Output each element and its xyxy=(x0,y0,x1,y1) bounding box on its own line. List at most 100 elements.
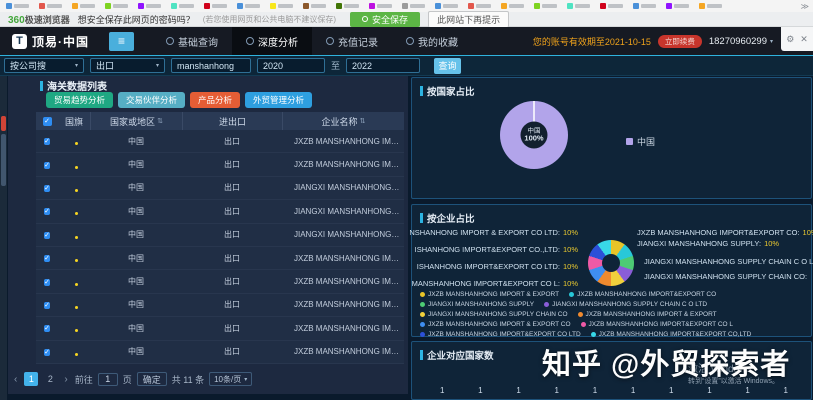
table-row[interactable]: ✓ 中国 出口 JXZB MANSHANHONG IMPORT... xyxy=(36,294,404,317)
page-1-button[interactable]: 1 xyxy=(24,372,38,386)
bookmark-item[interactable] xyxy=(171,3,194,9)
legend-item[interactable]: JIANGXI MANSHANHONG SUPPLY xyxy=(420,301,534,308)
bookmark-item[interactable] xyxy=(699,3,722,9)
company-cell[interactable]: JXZB MANSHANHONG IMPORT ... xyxy=(282,254,404,263)
menu-item-basic-query[interactable]: 基础查询 xyxy=(152,27,232,55)
year-to-input[interactable] xyxy=(346,58,420,73)
menu-item-favorites[interactable]: 我的收藏 xyxy=(392,27,472,55)
analysis-action-button[interactable]: 交易伙伴分析 xyxy=(118,92,185,108)
table-row[interactable]: ✓ 中国 出口 JIANGXI MANSHANHONG SUPPLY xyxy=(36,177,404,200)
page-size-select[interactable]: 10条/页 ▾ xyxy=(209,372,252,386)
company-cell[interactable]: JIANGXI MANSHANHONG SUPPLY xyxy=(282,183,404,192)
close-icon[interactable]: ✕ xyxy=(800,34,808,45)
bookmark-item[interactable] xyxy=(633,3,656,9)
analysis-action-button[interactable]: 产品分析 xyxy=(190,92,240,108)
company-cell[interactable]: JXZB MANSHANHONG IMPORT ... xyxy=(282,137,404,146)
row-checkbox[interactable]: ✓ xyxy=(44,349,50,356)
select-all-checkbox[interactable]: ✓ xyxy=(43,117,52,126)
bookmark-item[interactable] xyxy=(567,3,590,9)
row-checkbox[interactable]: ✓ xyxy=(44,208,50,215)
row-checkbox[interactable]: ✓ xyxy=(44,279,50,286)
gear-icon[interactable]: ⚙ xyxy=(786,34,794,45)
bookmark-item[interactable] xyxy=(336,3,359,9)
legend-item[interactable]: JXZB MANSHANHONG IMPORT&EXPORT CO,LTD xyxy=(591,331,752,338)
menu-item-recharge-records[interactable]: 充值记录 xyxy=(312,27,392,55)
bookmark-item[interactable] xyxy=(204,3,227,9)
table-row[interactable]: ✓ 中国 出口 JXZB MANSHANHONG IMPORT ... xyxy=(36,130,404,153)
trade-type-select[interactable]: 出口 ▾ xyxy=(90,58,165,73)
bookmark-item[interactable] xyxy=(72,3,95,9)
bookmark-item[interactable] xyxy=(39,3,62,9)
sort-icon[interactable]: ⇅ xyxy=(360,117,366,125)
table-row[interactable]: ✓ 中国 出口 JXZB MANSHANHONG IMPORT... xyxy=(36,270,404,293)
company-cell[interactable]: JXZB MANSHANHONG IMPORT... xyxy=(282,277,404,286)
table-row[interactable]: ✓ 中国 出口 JXZB MANSHANHONG IMPORT... xyxy=(36,317,404,340)
company-pie-chart[interactable] xyxy=(588,240,634,286)
row-checkbox[interactable]: ✓ xyxy=(44,138,50,145)
renew-button[interactable]: 立即续费 xyxy=(658,35,702,48)
bookmark-item[interactable] xyxy=(237,3,260,9)
search-button[interactable]: 查询 xyxy=(434,58,461,74)
column-company[interactable]: 企业名称 ⇅ xyxy=(282,112,404,130)
legend-item[interactable]: JXZB MANSHANHONG IMPORT & EXPORT CO xyxy=(420,321,571,328)
company-cell[interactable]: JXZB MANSHANHONG IMPORT... xyxy=(282,300,404,309)
confirm-button[interactable]: 确定 xyxy=(137,372,167,386)
sort-icon[interactable]: ⇅ xyxy=(157,117,163,125)
company-cell[interactable]: JIANGXI MANSHANHONG SUPP... xyxy=(282,207,404,216)
dismiss-site-button[interactable]: 此网站下再提示 xyxy=(428,11,509,28)
table-row[interactable]: ✓ 中国 出口 JXZB MANSHANHONG IMPORT... xyxy=(36,153,404,176)
legend-item[interactable]: JXZB MANSHANHONG IMPORT&EXPORT CO xyxy=(569,291,716,298)
bookmark-item[interactable] xyxy=(402,3,425,9)
legend-item[interactable]: JIANGXI MANSHANHONG SUPPLY CHAIN C O LTD xyxy=(544,301,707,308)
table-row[interactable]: ✓ 中国 出口 JIANGXI MANSHANHONG SUPP... xyxy=(36,224,404,247)
country-legend-item[interactable]: 中国 xyxy=(626,135,655,148)
next-page-icon[interactable]: › xyxy=(62,374,69,385)
app-logo[interactable]: T 顶易·中国 xyxy=(12,33,89,50)
company-cell[interactable]: JXZB MANSHANHONG IMPORT... xyxy=(282,347,404,356)
row-checkbox[interactable]: ✓ xyxy=(44,185,50,192)
save-password-button[interactable]: 安全保存 xyxy=(350,12,420,27)
prev-page-icon[interactable]: ‹ xyxy=(12,374,19,385)
year-from-input[interactable] xyxy=(257,58,325,73)
legend-item[interactable]: JXZB MANSHANHONG IMPORT & EXPORT xyxy=(578,311,717,318)
bookmark-item[interactable] xyxy=(468,3,491,9)
legend-item[interactable]: JXZB MANSHANHONG IMPORT&EXPORT CO L xyxy=(581,321,733,328)
keyword-input[interactable] xyxy=(171,58,251,73)
bookmark-item[interactable] xyxy=(6,3,29,9)
column-country[interactable]: 国家或地区 ⇅ xyxy=(90,112,182,130)
analysis-action-button[interactable]: 外贸管理分析 xyxy=(245,92,312,108)
bookmark-item[interactable] xyxy=(435,3,458,9)
company-cell[interactable]: JXZB MANSHANHONG IMPORT... xyxy=(282,324,404,333)
bookmark-item[interactable] xyxy=(501,3,524,9)
bookmark-item[interactable] xyxy=(534,3,557,9)
page-2-button[interactable]: 2 xyxy=(43,372,57,386)
table-row[interactable]: ✓ 中国 出口 JXZB MANSHANHONG IMPORT ... xyxy=(36,247,404,270)
row-checkbox[interactable]: ✓ xyxy=(44,325,50,332)
bookmarks-overflow-icon[interactable]: ≫ xyxy=(801,2,809,11)
bookmark-item[interactable] xyxy=(270,3,293,9)
table-row[interactable]: ✓ 中国 出口 JIANGXI MANSHANHONG SUPP... xyxy=(36,200,404,223)
country-donut-chart[interactable]: 中国 100% xyxy=(500,101,568,169)
row-checkbox[interactable]: ✓ xyxy=(44,255,50,262)
goto-page-input[interactable] xyxy=(98,373,118,386)
search-type-select[interactable]: 按公司搜 ▾ xyxy=(4,58,84,73)
left-scrollbar[interactable] xyxy=(0,76,7,400)
table-row[interactable]: ✓ 中国 出口 JXZB MANSHANHONG IMPORT... xyxy=(36,341,404,364)
legend-item[interactable]: JXZB MANSHANHONG IMPORT&EXPORT CO LTD xyxy=(420,331,581,338)
hamburger-menu-button[interactable]: ≡ xyxy=(109,32,134,51)
row-checkbox[interactable]: ✓ xyxy=(44,302,50,309)
legend-item[interactable]: JIANGXI MANSHANHONG SUPPLY CHAIN CO xyxy=(420,311,568,318)
company-cell[interactable]: JXZB MANSHANHONG IMPORT... xyxy=(282,160,404,169)
row-checkbox[interactable]: ✓ xyxy=(44,232,50,239)
bookmark-item[interactable] xyxy=(600,3,623,9)
bookmark-item[interactable] xyxy=(303,3,326,9)
company-cell[interactable]: JIANGXI MANSHANHONG SUPP... xyxy=(282,230,404,239)
scrollbar-thumb[interactable] xyxy=(1,134,6,186)
menu-item-deep-analysis[interactable]: 深度分析 xyxy=(232,27,312,55)
bookmark-item[interactable] xyxy=(105,3,128,9)
legend-item[interactable]: JXZB MANSHANHONG IMPORT & EXPORT xyxy=(420,291,559,298)
bookmark-item[interactable] xyxy=(369,3,392,9)
bookmark-item[interactable] xyxy=(138,3,161,9)
analysis-action-button[interactable]: 贸易趋势分析 xyxy=(46,92,113,108)
account-dropdown[interactable]: 18270960299 ▾ xyxy=(709,36,773,47)
